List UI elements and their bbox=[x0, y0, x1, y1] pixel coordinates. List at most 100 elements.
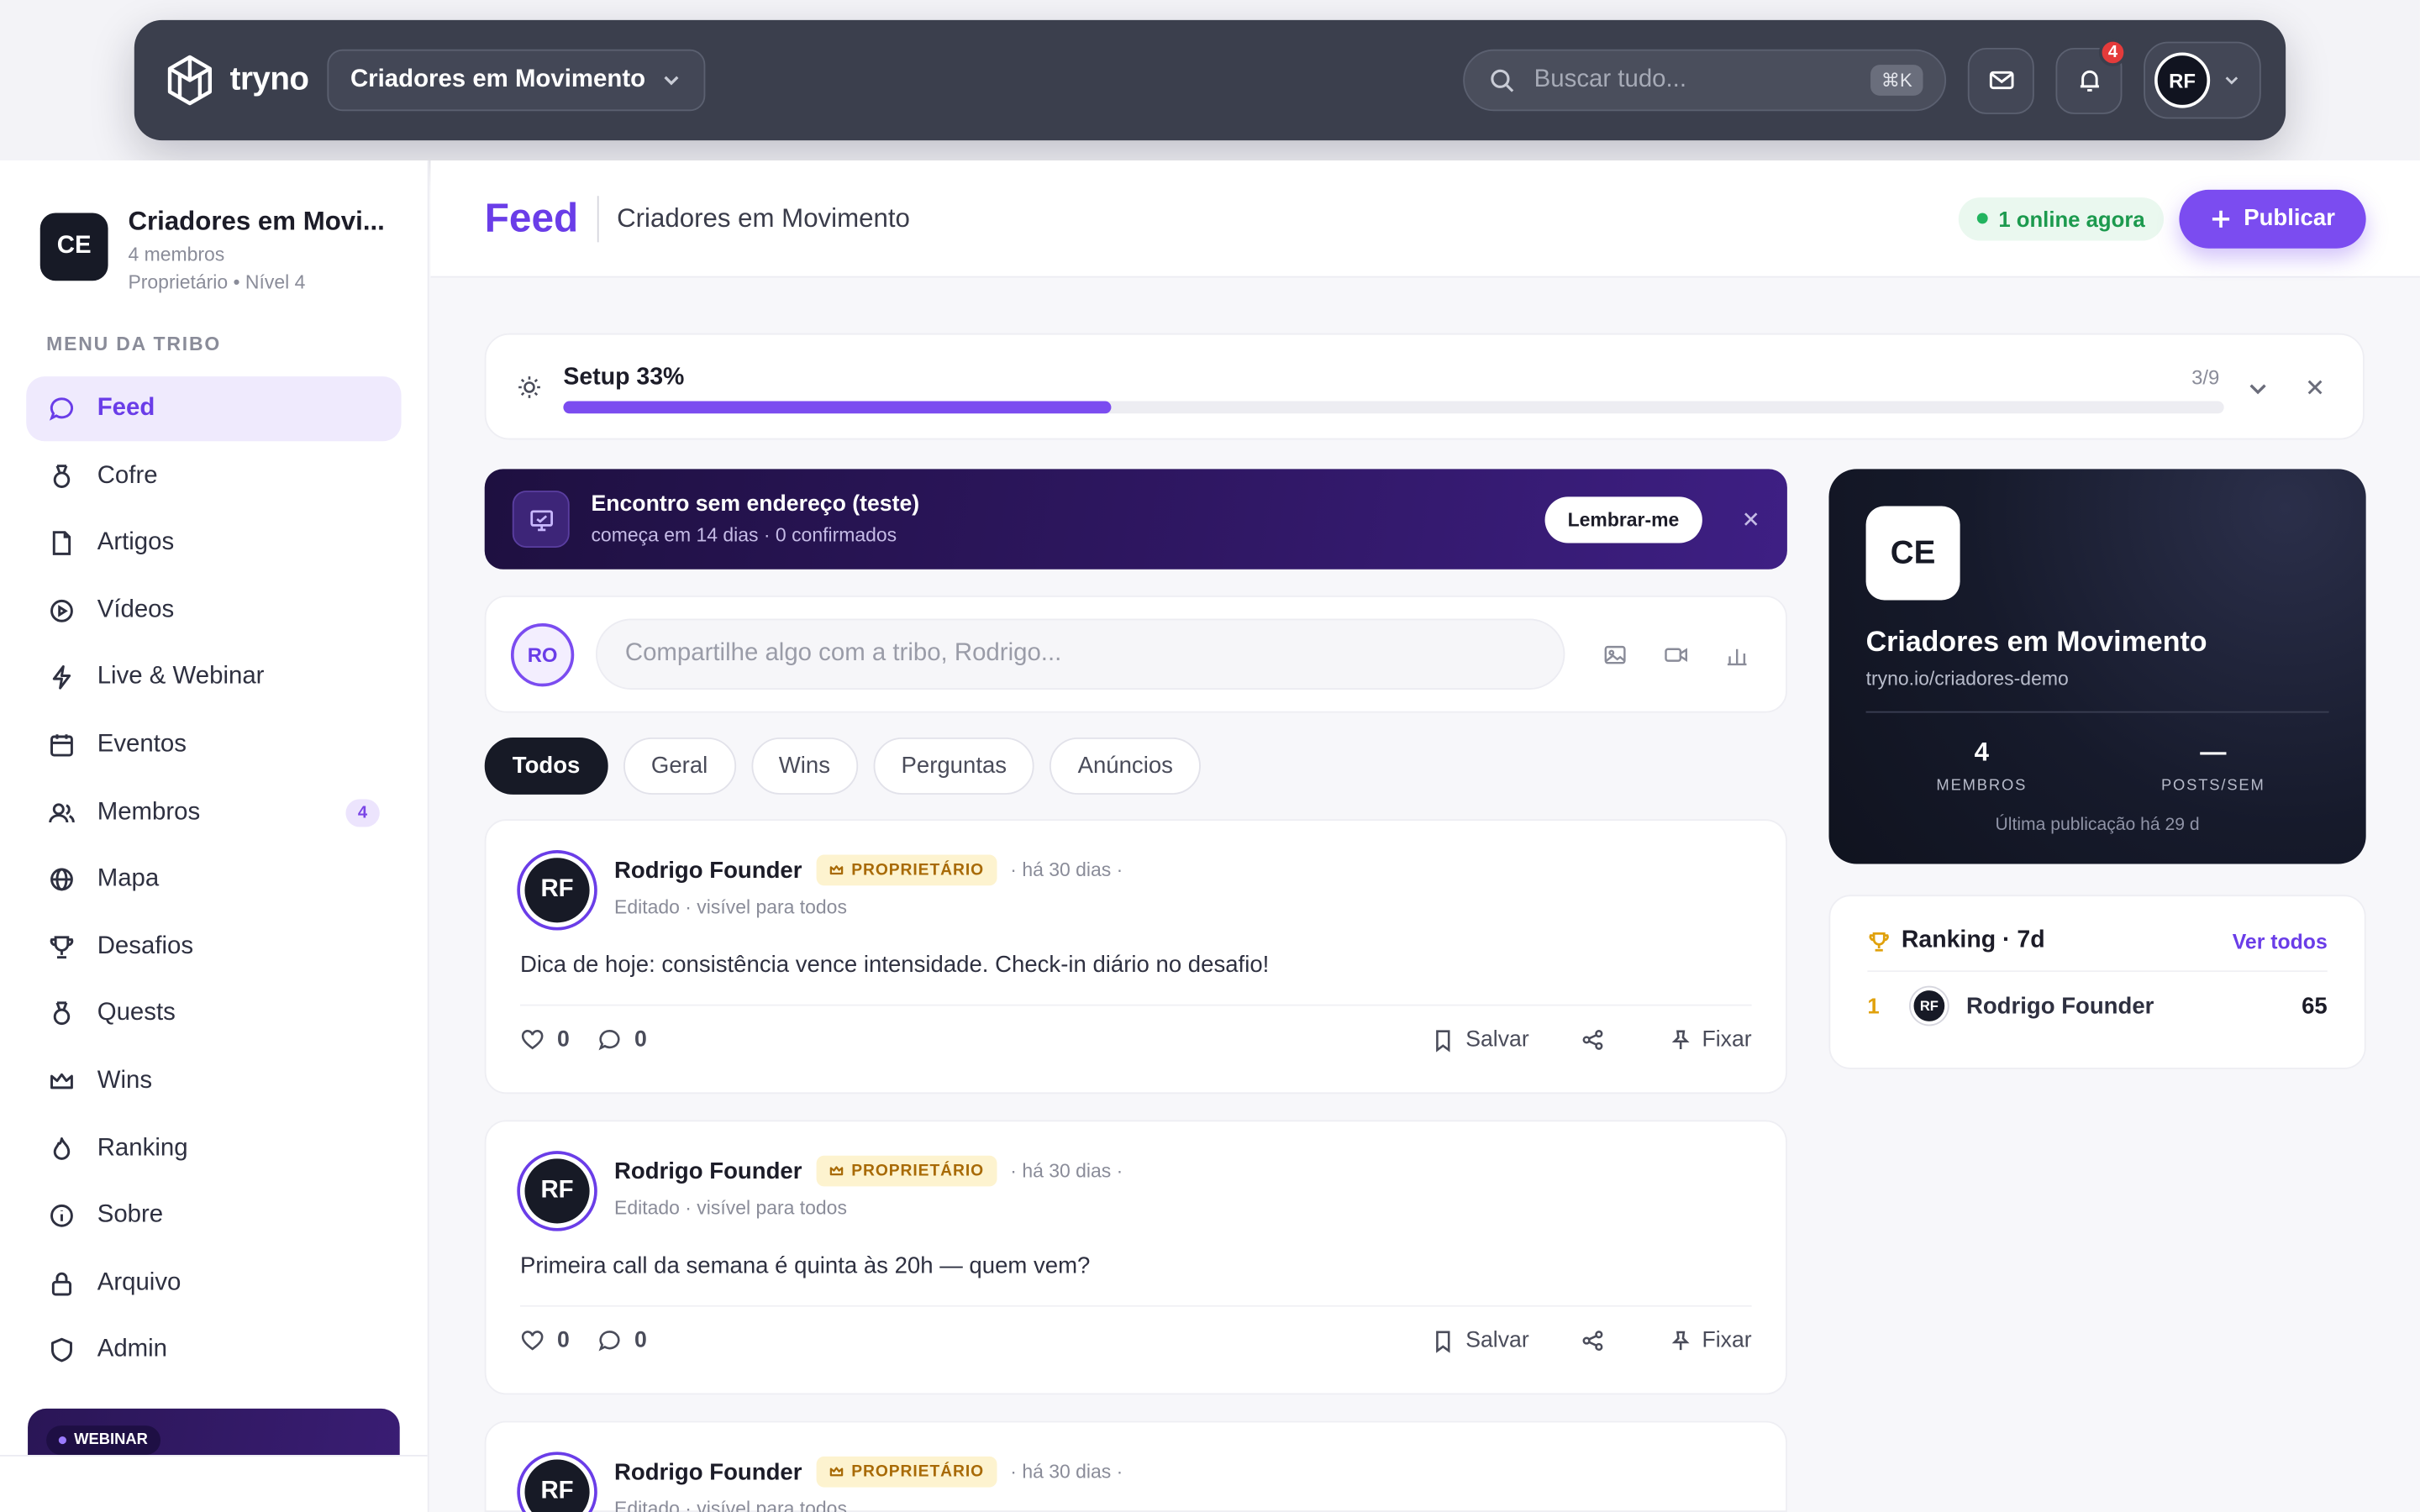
post-time: · há 30 dias · bbox=[1010, 1461, 1123, 1483]
user-menu-button[interactable]: RF bbox=[2144, 41, 2261, 119]
remind-me-button[interactable]: Lembrar-me bbox=[1544, 496, 1702, 543]
info-icon bbox=[50, 1205, 73, 1227]
sidebar-item-videos[interactable]: Vídeos bbox=[26, 578, 401, 643]
post-time: · há 30 dias · bbox=[1010, 1160, 1123, 1182]
like-button[interactable]: 0 bbox=[520, 1328, 570, 1353]
share-icon[interactable] bbox=[1581, 1029, 1603, 1051]
sidebar-item-membros[interactable]: Membros 4 bbox=[26, 780, 401, 845]
publish-button[interactable]: Publicar bbox=[2179, 188, 2366, 248]
mail-icon bbox=[1988, 71, 2013, 90]
tribe-switcher[interactable]: Criadores em Movimento bbox=[327, 49, 706, 112]
like-count: 0 bbox=[557, 1027, 570, 1053]
close-icon[interactable] bbox=[1743, 511, 1760, 528]
search-input[interactable]: Buscar tudo... ⌘K bbox=[1463, 49, 1947, 112]
avatar[interactable]: RF bbox=[519, 1455, 595, 1512]
comment-button[interactable]: 0 bbox=[597, 1328, 647, 1353]
ranking-card: Ranking · 7d Ver todos 1 RF Rodrigo Foun… bbox=[1828, 895, 2366, 1069]
sidebar-item-eventos[interactable]: Eventos bbox=[26, 712, 401, 777]
sidebar-item-arquivo[interactable]: Arquivo bbox=[26, 1251, 401, 1315]
sidebar-item-wins[interactable]: Wins bbox=[26, 1049, 401, 1114]
ranking-row[interactable]: 1 RF Rodrigo Founder 65 bbox=[1867, 987, 2328, 1025]
pin-label: Fixar bbox=[1702, 1027, 1752, 1053]
sidebar-item-label: Arquivo bbox=[97, 1269, 182, 1296]
filter-perguntas[interactable]: Perguntas bbox=[873, 737, 1035, 795]
online-status-label: 1 online agora bbox=[1998, 206, 2145, 231]
chevron-down-icon bbox=[664, 76, 679, 86]
sidebar: CE Criadores em Movi... 4 membros Propri… bbox=[0, 160, 429, 1512]
avatar[interactable]: RF bbox=[519, 853, 595, 927]
tribe-menu: Feed Cofre Artigos Vídeos Live & Webinar… bbox=[0, 376, 428, 1383]
filter-anuncios[interactable]: Anúncios bbox=[1050, 737, 1202, 795]
comment-button[interactable]: 0 bbox=[597, 1027, 647, 1053]
like-button[interactable]: 0 bbox=[520, 1027, 570, 1053]
avatar: RO bbox=[510, 622, 575, 686]
sidebar-item-admin[interactable]: Admin bbox=[26, 1318, 401, 1383]
pin-button[interactable]: Fixar bbox=[1671, 1328, 1752, 1353]
video-icon[interactable] bbox=[1662, 641, 1690, 667]
image-icon[interactable] bbox=[1602, 641, 1628, 667]
divider bbox=[1865, 711, 2329, 713]
members-count-badge: 4 bbox=[345, 798, 380, 827]
save-button[interactable]: Salvar bbox=[1432, 1328, 1529, 1353]
messages-button[interactable] bbox=[1967, 47, 2034, 113]
filter-todos[interactable]: Todos bbox=[484, 737, 608, 795]
tribe-members: 4 membros bbox=[128, 244, 225, 265]
event-banner: Encontro sem endereço (teste) começa em … bbox=[484, 469, 1787, 570]
page-header: Feed Criadores em Movimento 1 online ago… bbox=[430, 160, 2420, 278]
avatar[interactable]: RF bbox=[519, 1153, 595, 1229]
share-icon[interactable] bbox=[1581, 1330, 1603, 1352]
composer-input[interactable]: Compartilhe algo com a tribo, Rodrigo... bbox=[595, 618, 1565, 690]
sidebar-item-ranking[interactable]: Ranking bbox=[26, 1116, 401, 1181]
sun-icon bbox=[518, 376, 540, 398]
ranking-position: 1 bbox=[1867, 993, 1880, 1019]
sidebar-item-quests[interactable]: Quests bbox=[26, 982, 401, 1047]
comment-icon bbox=[598, 1030, 620, 1051]
bell-icon bbox=[2079, 71, 2098, 92]
pin-button[interactable]: Fixar bbox=[1671, 1027, 1752, 1053]
see-all-link[interactable]: Ver todos bbox=[2233, 930, 2328, 953]
sidebar-item-label: Eventos bbox=[97, 731, 187, 758]
tribe-header[interactable]: CE Criadores em Movi... 4 membros Propri… bbox=[0, 160, 428, 293]
owner-badge-label: PROPRIETÁRIO bbox=[851, 1162, 985, 1181]
document-icon bbox=[52, 531, 71, 556]
sidebar-item-feed[interactable]: Feed bbox=[26, 376, 402, 442]
filter-geral[interactable]: Geral bbox=[623, 737, 736, 795]
filter-wins[interactable]: Wins bbox=[750, 737, 859, 795]
chevron-down-icon[interactable] bbox=[2245, 376, 2270, 401]
play-circle-icon bbox=[50, 599, 73, 622]
logo[interactable]: tryno bbox=[166, 54, 309, 106]
search-shortcut: ⌘K bbox=[1870, 65, 1923, 96]
sidebar-item-live-webinar[interactable]: Live & Webinar bbox=[26, 645, 401, 710]
sidebar-item-mapa[interactable]: Mapa bbox=[26, 848, 401, 912]
trophy-icon bbox=[50, 935, 74, 958]
tribe-name: Criadores em Movi... bbox=[128, 207, 385, 237]
post-author[interactable]: Rodrigo Founder bbox=[614, 1459, 802, 1485]
sidebar-item-cofre[interactable]: Cofre bbox=[26, 444, 401, 508]
sidebar-item-label: Membros bbox=[97, 798, 201, 825]
flame-icon bbox=[53, 1137, 71, 1159]
sidebar-item-desafios[interactable]: Desafios bbox=[26, 915, 401, 979]
dot-icon bbox=[58, 1436, 66, 1445]
sidebar-item-label: Live & Webinar bbox=[97, 664, 265, 690]
pin-label: Fixar bbox=[1702, 1328, 1752, 1353]
webinar-badge: WEBINAR bbox=[46, 1425, 160, 1456]
save-button[interactable]: Salvar bbox=[1432, 1027, 1529, 1053]
feed-post: RF Rodrigo Founder PROPRIETÁRIO · há 30 … bbox=[484, 819, 1787, 1095]
chevron-down-icon bbox=[2225, 76, 2238, 85]
sidebar-item-sobre[interactable]: Sobre bbox=[26, 1184, 401, 1248]
post-time: · há 30 dias · bbox=[1010, 859, 1123, 881]
posts-stat-value: — bbox=[2200, 737, 2227, 767]
poll-icon[interactable] bbox=[1724, 641, 1750, 667]
close-icon[interactable] bbox=[2306, 378, 2324, 396]
tribe-avatar: CE bbox=[1865, 506, 1960, 601]
page-subtitle: Criadores em Movimento bbox=[617, 202, 910, 233]
tribe-info-card: CE Criadores em Movimento tryno.io/criad… bbox=[1828, 469, 2366, 864]
post-author[interactable]: Rodrigo Founder bbox=[614, 1158, 802, 1184]
post-visibility: Editado · visível para todos bbox=[614, 1197, 847, 1219]
sidebar-item-artigos[interactable]: Artigos bbox=[26, 511, 401, 575]
notifications-button[interactable]: 4 bbox=[2055, 37, 2127, 113]
comment-count: 0 bbox=[634, 1328, 647, 1353]
plus-icon bbox=[2212, 209, 2229, 227]
tribe-card-url[interactable]: tryno.io/criadores-demo bbox=[1866, 668, 2329, 690]
post-author[interactable]: Rodrigo Founder bbox=[614, 857, 802, 883]
